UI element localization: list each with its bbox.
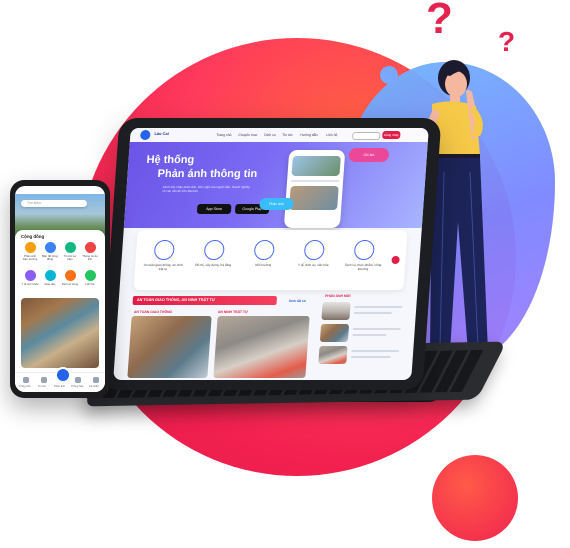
home-icon[interactable]	[23, 377, 29, 383]
subsection-traffic: AN TOÀN GIAO THÔNG	[133, 310, 173, 314]
chat-bubble-pink: Ghi âm	[348, 148, 390, 162]
news-line	[352, 328, 401, 330]
mockup-photo	[289, 186, 339, 210]
brand-name: Lào Cai	[154, 131, 170, 136]
news-line	[354, 306, 403, 308]
feature-label: Bản đồ cộng đồng	[42, 254, 58, 262]
nav-item-contact[interactable]: Liên hệ	[326, 133, 337, 137]
next-arrow-button[interactable]	[391, 256, 400, 264]
feature-label: Tin tức sự kiện	[63, 254, 77, 262]
featured-photo[interactable]	[21, 298, 99, 368]
tab-label: Cá nhân	[89, 385, 99, 388]
phone-device: Tìm kiếm Cộng đồng Phản ánh hiện trường …	[10, 180, 110, 398]
public-service-icon[interactable]	[65, 270, 76, 281]
news-thumbnail[interactable]	[318, 346, 348, 364]
news-thumbnail[interactable]	[321, 302, 351, 320]
service-label: An toàn giao thông, an ninh trật tự	[143, 263, 183, 271]
background-small-circle	[432, 455, 518, 541]
service-item[interactable]: Môi trường	[242, 236, 285, 286]
service-icon	[253, 240, 275, 260]
mockup-photo	[291, 156, 341, 176]
service-item[interactable]: Y tế, dịch vụ, văn hóa	[292, 236, 335, 286]
news-icon[interactable]	[65, 242, 76, 253]
question-mark-large: ?	[426, 0, 453, 43]
mockup-line	[291, 180, 340, 182]
news-photo[interactable]	[213, 316, 310, 378]
app-store-button[interactable]: App Store	[196, 204, 232, 214]
map-icon[interactable]	[45, 242, 56, 253]
chat-bubble-blue: Phản ánh	[259, 198, 294, 210]
service-label: Đô thị, xây dựng, hạ tầng	[195, 263, 232, 267]
search-input[interactable]: Tìm kiếm	[21, 200, 87, 207]
service-item[interactable]: Đô thị, xây dựng, hạ tầng	[192, 236, 235, 286]
nav-item-categories[interactable]: Chuyên mục	[238, 133, 257, 137]
service-label: Y tế, dịch vụ, văn hóa	[297, 263, 329, 267]
hero-title-line1: Hệ thống	[146, 154, 195, 166]
feature-label: Phản ánh hiện trường	[22, 254, 38, 262]
nav-item-services[interactable]: Dịch vụ	[264, 133, 276, 137]
logo-icon[interactable]	[139, 130, 151, 140]
nav-item-home[interactable]: Trang chủ	[216, 133, 231, 137]
service-label: Dịch vụ, thực phẩm, công thương	[344, 263, 382, 271]
service-icon	[203, 240, 225, 260]
service-item[interactable]: Dịch vụ, thực phẩm, công thương	[342, 236, 385, 286]
nav-item-news[interactable]: Tin tức	[282, 133, 293, 137]
news-line	[351, 350, 400, 352]
tab-label: Thông báo	[71, 385, 84, 388]
service-item[interactable]: An toàn giao thông, an ninh trật tự	[142, 236, 185, 286]
tab-label: Tin tức	[38, 385, 46, 388]
search-input[interactable]	[351, 132, 381, 140]
report-fab-button[interactable]	[55, 367, 71, 383]
service-icon	[303, 240, 325, 260]
bottom-tab-bar: Trang chủ Tin tức Phản ánh Thông báo Cá …	[15, 367, 105, 392]
subsection-new-reports: PHẢN ÁNH MỚI	[324, 294, 351, 298]
news-line	[353, 312, 392, 314]
service-label: Môi trường	[255, 263, 272, 267]
community-title: Cộng đồng	[21, 234, 45, 239]
user-icon[interactable]	[93, 377, 99, 383]
health-icon[interactable]	[25, 270, 36, 281]
service-icon	[353, 240, 375, 260]
report-icon[interactable]	[25, 242, 36, 253]
hero-title-line2: Phản ánh thông tin	[157, 168, 258, 180]
tab-label: Trang chủ	[19, 385, 31, 388]
section-title: AN TOÀN GIAO THÔNG, AN NINH TRẬT TỰ	[132, 296, 278, 305]
phone-icon[interactable]	[85, 270, 96, 281]
feature-label: Liên hệ	[85, 282, 95, 286]
bell-icon[interactable]	[75, 377, 81, 383]
tablet-screen: Lào Cai Trang chủ Chuyên mục Dịch vụ Tin…	[113, 128, 429, 380]
services-panel: An toàn giao thông, an ninh trật tự Đô t…	[133, 230, 408, 290]
login-button[interactable]: Đăng nhập	[382, 131, 401, 139]
nav-item-guide[interactable]: Hướng dẫn	[300, 133, 318, 137]
feature-label: Thông tin du lịch	[82, 254, 98, 262]
hero-phone-mockup	[283, 150, 346, 228]
feature-label: Y tế sức khỏe	[21, 282, 39, 286]
travel-icon[interactable]	[85, 242, 96, 253]
news-photo[interactable]	[127, 316, 212, 378]
news-line	[350, 356, 391, 358]
hero-description: Kênh tiếp nhận phản ánh, kiến nghị của n…	[162, 185, 251, 193]
service-icon	[153, 240, 175, 260]
feature-label: Giáo dục	[44, 282, 56, 286]
tab-label: Phản ánh	[54, 385, 66, 388]
news-line	[352, 334, 387, 336]
phone-screen: Tìm kiếm Cộng đồng Phản ánh hiện trường …	[15, 186, 105, 392]
view-all-link[interactable]: Xem tất cả	[289, 299, 306, 303]
feature-label: Dịch vụ công	[61, 282, 79, 286]
subsection-security: AN NINH TRẬT TỰ	[217, 310, 249, 314]
news-tab-icon[interactable]	[41, 377, 47, 383]
education-icon[interactable]	[45, 270, 56, 281]
news-thumbnail[interactable]	[319, 324, 350, 342]
tablet-device: Lào Cai Trang chủ Chuyên mục Dịch vụ Tin…	[100, 118, 442, 390]
top-nav: Lào Cai Trang chủ Chuyên mục Dịch vụ Tin…	[129, 128, 429, 142]
